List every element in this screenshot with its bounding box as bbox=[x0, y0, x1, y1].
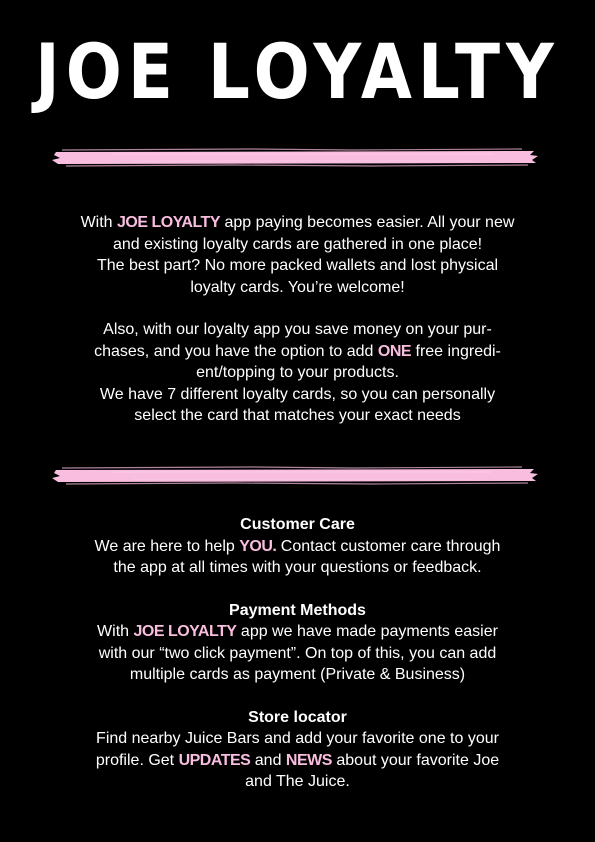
updates-highlight: UPDATES bbox=[178, 751, 251, 769]
one-highlight: ONE bbox=[377, 342, 412, 360]
intro-paragraph-1: With JOE LOYALTY app paying becomes easi… bbox=[80, 214, 515, 296]
brush-divider-bottom bbox=[52, 464, 538, 486]
brand-highlight-2: JOE LOYALTY bbox=[133, 623, 237, 640]
store-locator-heading: Store locator bbox=[248, 708, 347, 726]
features-text: Customer Care We are here to help YOU. C… bbox=[50, 514, 545, 793]
page: JOE LOYALTY With JOE LOYALTY app paying … bbox=[0, 0, 595, 842]
customer-care-heading: Customer Care bbox=[240, 516, 355, 533]
intro-paragraph-2: Also, with our loyalty app you save mone… bbox=[94, 321, 501, 424]
intro-text: With JOE LOYALTY app paying becomes easi… bbox=[50, 212, 545, 427]
you-highlight: YOU. bbox=[239, 537, 277, 555]
store-locator-section: Store locator Find nearby Juice Bars and… bbox=[95, 708, 500, 791]
page-title: JOE LOYALTY bbox=[35, 28, 560, 117]
brush-divider-top bbox=[52, 146, 538, 168]
news-highlight: NEWS bbox=[285, 751, 333, 769]
brand-highlight: JOE LOYALTY bbox=[117, 214, 220, 231]
customer-care-section: Customer Care We are here to help YOU. C… bbox=[94, 516, 501, 576]
payment-section: Payment Methods With JOE LOYALTY app we … bbox=[97, 601, 498, 684]
payment-heading: Payment Methods bbox=[229, 601, 366, 619]
